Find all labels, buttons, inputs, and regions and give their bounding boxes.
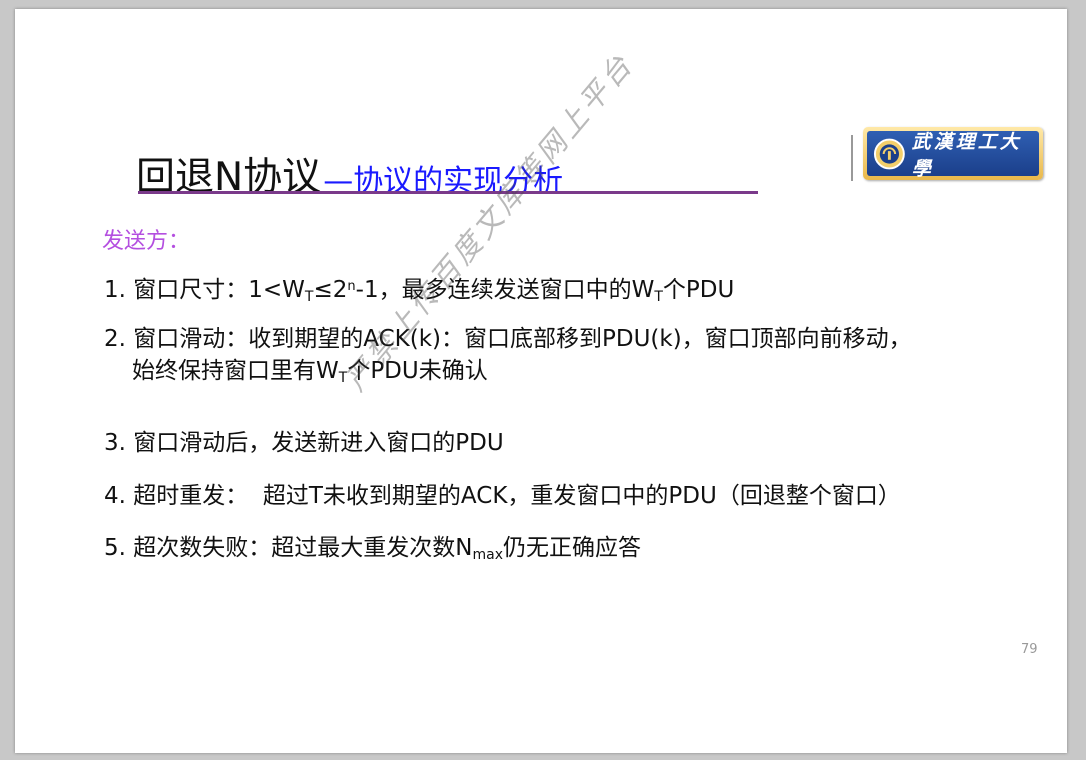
subscript: T (654, 289, 663, 305)
item-text: ≤2 (313, 277, 348, 303)
slide: 回退N协议 —协议的实现分析 武漢理工大學 发送方： 1. 窗口尺寸：1<WT≤… (15, 9, 1067, 753)
item-text: 窗口尺寸：1<W (125, 277, 305, 303)
list-item-5: 5. 超次数失败：超过最大重发次数Nmax仍无正确应答 (104, 532, 641, 571)
section-label-sender: 发送方： (102, 229, 191, 254)
item-number: 2. (104, 326, 126, 352)
list-item-4: 4. 超时重发： 超过T未收到期望的ACK，重发窗口中的PDU（回退整个窗口） (104, 480, 901, 512)
university-logo: 武漢理工大學 (863, 127, 1043, 180)
item-text: 超时重发： 超过T未收到期望的ACK，重发窗口中的PDU（回退整个窗口） (125, 483, 901, 509)
item-text: 个PDU (662, 277, 735, 303)
item-text: 始终保持窗口里有W (132, 358, 339, 384)
item-number: 5. (104, 535, 126, 561)
item-number: 3. (104, 430, 126, 456)
list-item-2: 2. 窗口滑动：收到期望的ACK(k)：窗口底部移到PDU(k)，窗口顶部向前移… (104, 323, 912, 394)
university-emblem-icon (873, 138, 905, 169)
superscript: n (347, 279, 356, 294)
item-number: 4. (104, 483, 126, 509)
logo-divider (851, 135, 853, 181)
logo-text: 武漢理工大學 (911, 130, 1022, 180)
page-number: 79 (1021, 642, 1038, 657)
item-text: 仍无正确应答 (503, 535, 641, 561)
item-number: 1. (104, 277, 126, 303)
item-text: 窗口滑动后，发送新进入窗口的PDU (125, 430, 504, 456)
item-text: 超次数失败：超过最大重发次数N (125, 535, 473, 561)
title-underline (138, 191, 758, 194)
list-item-3: 3. 窗口滑动后，发送新进入窗口的PDU (104, 427, 504, 459)
subscript: max (472, 547, 503, 563)
item-text: 窗口滑动：收到期望的ACK(k)：窗口底部移到PDU(k)，窗口顶部向前移动， (125, 326, 912, 352)
